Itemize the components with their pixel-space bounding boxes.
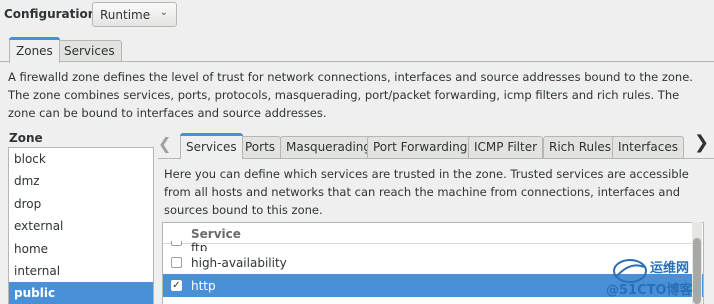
tab-label: Ports (245, 140, 276, 154)
tab-label: Services (186, 140, 237, 154)
watermark: 运维网 @51CTO博客 (606, 255, 714, 304)
service-name: http (191, 279, 216, 293)
configuration-row: Configuration: Runtime ⌄ (0, 0, 714, 32)
configuration-label: Configuration: (4, 7, 102, 21)
services-description: Here you can define which services are t… (164, 167, 689, 217)
tab-zone-icmp-filter[interactable]: ICMP Filter (468, 136, 544, 158)
zone-item-drop[interactable]: drop (9, 193, 153, 215)
zone-list-title: Zone (9, 131, 43, 145)
table-row[interactable]: ftp (163, 241, 703, 251)
tabs-scroll-left-icon[interactable]: ❮ (158, 134, 171, 153)
zone-list[interactable]: block dmz drop external home internal pu… (8, 147, 154, 304)
zone-item-public[interactable]: public (9, 282, 153, 304)
tab-services[interactable]: Services (57, 40, 122, 62)
tab-label: Masquerading (286, 140, 372, 154)
zone-item-block[interactable]: block (9, 148, 153, 170)
tab-zone-port-forwarding[interactable]: Port Forwarding (367, 136, 474, 158)
service-name: ftp (191, 241, 208, 251)
zone-item-external[interactable]: external (9, 215, 153, 237)
tab-zones[interactable]: Zones (9, 37, 60, 63)
watermark-text: @51CTO博客 (606, 283, 693, 298)
zones-description: A firewalld zone defines the level of tr… (8, 70, 693, 120)
zone-item-home[interactable]: home (9, 238, 153, 260)
tab-zones-label: Zones (16, 44, 53, 58)
checkbox[interactable] (171, 241, 182, 246)
checkbox[interactable] (171, 257, 182, 268)
zone-settings-tabs: Services Ports Masquerading Port Forward… (178, 133, 684, 159)
main-tabs: Zones Services (0, 36, 714, 63)
zone-item-internal[interactable]: internal (9, 260, 153, 282)
tab-zone-masquerading[interactable]: Masquerading (280, 136, 378, 158)
service-name: high-availability (191, 256, 287, 270)
chevron-down-icon: ⌄ (159, 7, 168, 18)
checkbox[interactable]: ✓ (171, 280, 182, 291)
tab-label: Rich Rules (549, 140, 612, 154)
watermark-text: 运维网 (650, 261, 690, 276)
tab-zone-interfaces[interactable]: Interfaces (612, 136, 684, 158)
tab-zone-rich-rules[interactable]: Rich Rules (543, 136, 618, 158)
configuration-value: Runtime (100, 8, 151, 22)
tab-label: ICMP Filter (474, 140, 538, 154)
tab-label: Interfaces (618, 140, 678, 154)
tab-services-label: Services (64, 44, 115, 58)
tabs-scroll-right-icon[interactable]: ❯ (694, 132, 709, 153)
tab-label: Port Forwarding (373, 140, 468, 154)
configuration-combo[interactable]: Runtime ⌄ (92, 2, 177, 27)
zone-item-dmz[interactable]: dmz (9, 170, 153, 192)
tab-zone-ports[interactable]: Ports (239, 136, 282, 158)
tab-zone-services[interactable]: Services (180, 133, 243, 159)
